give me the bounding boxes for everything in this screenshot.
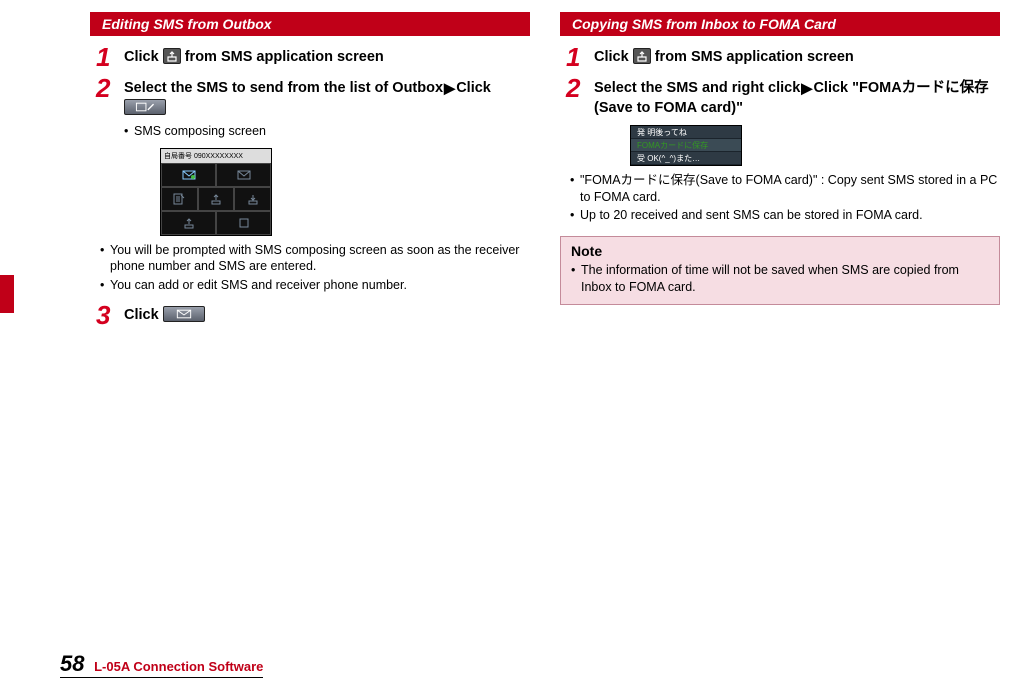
context-menu-mock: 発 明後ってね FOMAカードに保存 受 OK(^_^)また… — [630, 125, 742, 166]
list-item: You can add or edit SMS and receiver pho… — [100, 277, 530, 294]
step-number: 3 — [96, 304, 114, 327]
step-text: Select the SMS to send from the list of … — [124, 80, 443, 96]
step-1-left: 1 Click from SMS application screen — [90, 46, 530, 69]
mock-row-highlight: FOMAカードに保存 — [631, 139, 741, 152]
step-title: Click from SMS application screen — [124, 48, 530, 66]
step-number: 2 — [96, 77, 114, 100]
right-column: Copying SMS from Inbox to FOMA Card 1 Cl… — [560, 12, 1000, 336]
section-header-editing: Editing SMS from Outbox — [90, 12, 530, 36]
step-title: Select the SMS to send from the list of … — [124, 79, 530, 116]
sub-bullet-list: You will be prompted with SMS composing … — [100, 242, 530, 295]
outbox-icon — [633, 48, 651, 64]
list-item: SMS composing screen — [124, 123, 530, 140]
step-title: Click from SMS application screen — [594, 48, 1000, 66]
step-text: Click — [124, 49, 163, 65]
step-number: 1 — [96, 46, 114, 69]
step-3-left: 3 Click — [90, 304, 530, 327]
mock-cell — [216, 211, 271, 235]
step-number: 2 — [566, 77, 584, 100]
step-number: 1 — [566, 46, 584, 69]
note-list: The information of time will not be save… — [571, 262, 989, 296]
page-number: 58 — [60, 651, 84, 677]
footer-text: L-05A Connection Software — [94, 659, 263, 674]
step-2-right: 2 Select the SMS and right click▶Click "… — [560, 77, 1000, 226]
note-title: Note — [571, 243, 989, 259]
mock-cell — [234, 187, 271, 211]
step-text: Click — [594, 49, 633, 65]
left-column: Editing SMS from Outbox 1 Click from SMS… — [90, 12, 530, 336]
sub-bullet-list: "FOMAカードに保存(Save to FOMA card)" : Copy s… — [570, 172, 1000, 225]
edit-button-icon — [124, 99, 166, 115]
side-tab — [0, 275, 14, 313]
step-text: from SMS application screen — [185, 49, 384, 65]
page-content: Editing SMS from Outbox 1 Click from SMS… — [0, 0, 1030, 336]
step-text: from SMS application screen — [655, 49, 854, 65]
triangle-icon: ▶ — [444, 80, 455, 98]
mock-cell — [216, 163, 271, 187]
send-button-icon — [163, 306, 205, 322]
step-2-left: 2 Select the SMS to send from the list o… — [90, 77, 530, 296]
mock-cell — [161, 211, 216, 235]
mock-row: 受 OK(^_^)また… — [631, 152, 741, 165]
list-item: You will be prompted with SMS composing … — [100, 242, 530, 276]
list-item: "FOMAカードに保存(Save to FOMA card)" : Copy s… — [570, 172, 1000, 206]
sub-bullet-list: SMS composing screen — [124, 123, 530, 140]
mock-cell — [161, 163, 216, 187]
page-footer: 58 L-05A Connection Software — [60, 651, 263, 678]
mock-cell — [161, 187, 198, 211]
mock-header: 自局番号 090XXXXXXXX — [161, 149, 271, 163]
step-1-right: 1 Click from SMS application screen — [560, 46, 1000, 69]
mock-row: 発 明後ってね — [631, 126, 741, 139]
outbox-icon — [163, 48, 181, 64]
step-title: Click — [124, 306, 530, 324]
step-text: Click — [456, 80, 491, 96]
triangle-icon: ▶ — [801, 80, 812, 98]
step-title: Select the SMS and right click▶Click "FO… — [594, 79, 1000, 116]
sms-compose-mock: 自局番号 090XXXXXXXX — [160, 148, 272, 236]
list-item: The information of time will not be save… — [571, 262, 989, 296]
mock-cell — [198, 187, 235, 211]
step-text: Select the SMS and right click — [594, 80, 800, 96]
list-item: Up to 20 received and sent SMS can be st… — [570, 207, 1000, 224]
step-text: Click — [124, 307, 163, 323]
section-header-copying: Copying SMS from Inbox to FOMA Card — [560, 12, 1000, 36]
note-box: Note The information of time will not be… — [560, 236, 1000, 305]
